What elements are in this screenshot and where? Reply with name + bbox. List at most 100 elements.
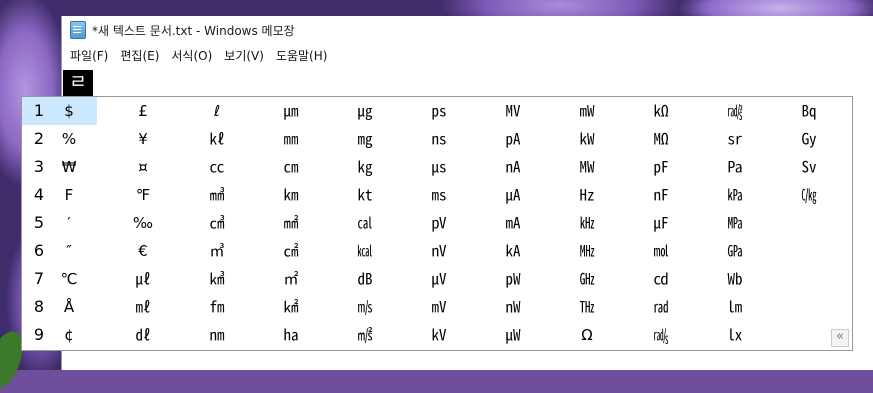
candidate-symbol[interactable]: ㎚ <box>180 321 254 349</box>
candidate-symbol[interactable]: ㎶ <box>402 265 476 293</box>
candidate-symbol[interactable]: ㎪ <box>698 181 772 209</box>
candidate-symbol[interactable]: ㎨ <box>328 321 402 349</box>
candidate-symbol[interactable]: ㏅ <box>624 265 698 293</box>
menu-file[interactable]: 파일(F) <box>64 45 114 67</box>
candidate-symbol[interactable]: ㎛ <box>254 97 328 125</box>
candidate-symbol[interactable]: ㎐ <box>550 181 624 209</box>
candidate-symbol[interactable]: ㎼ <box>476 321 550 349</box>
candidate-symbol[interactable]: ㎢ <box>254 293 328 321</box>
candidate-symbol[interactable]: ㎿ <box>550 153 624 181</box>
candidate-symbol[interactable]: ㎄ <box>476 237 550 265</box>
candidate-symbol[interactable]: ′ <box>32 209 106 237</box>
candidate-symbol[interactable]: ㏐ <box>698 293 772 321</box>
candidate-symbol[interactable]: ㎰ <box>402 97 476 125</box>
candidate-symbol[interactable]: ㏉ <box>772 125 846 153</box>
candidate-symbol[interactable]: ㎏ <box>328 153 402 181</box>
candidate-symbol[interactable]: ″ <box>32 237 106 265</box>
candidate-symbol[interactable]: ㎭ <box>624 293 698 321</box>
candidate-symbol[interactable]: ₩ <box>32 153 106 181</box>
menu-help[interactable]: 도움말(H) <box>270 45 334 67</box>
title-bar[interactable]: *새 텍스트 문서.txt - Windows 메모장 <box>62 16 873 44</box>
candidate-symbol[interactable]: ㏛ <box>698 125 772 153</box>
expand-candidates-button[interactable]: « <box>831 329 849 347</box>
candidate-symbol[interactable] <box>772 209 846 237</box>
candidate-symbol[interactable]: ㏈ <box>328 265 402 293</box>
candidate-symbol[interactable]: ㎂ <box>476 181 550 209</box>
candidate-symbol[interactable]: ㎷ <box>402 293 476 321</box>
candidate-symbol[interactable]: ㏄ <box>180 153 254 181</box>
candidate-symbol[interactable]: ㎍ <box>328 97 402 125</box>
candidate-symbol[interactable]: ㎳ <box>402 181 476 209</box>
candidate-symbol[interactable]: ㎵ <box>402 237 476 265</box>
candidate-symbol[interactable]: ㎦ <box>180 265 254 293</box>
candidate-symbol[interactable]: ㏜ <box>772 153 846 181</box>
candidate-symbol[interactable]: ㎻ <box>476 293 550 321</box>
candidate-symbol[interactable]: ¥ <box>106 125 180 153</box>
candidate-symbol[interactable]: ㎮ <box>624 321 698 349</box>
candidate-symbol[interactable]: ㎧ <box>328 293 402 321</box>
candidate-symbol[interactable]: ㏝ <box>698 265 772 293</box>
candidate-symbol[interactable]: ㎽ <box>550 97 624 125</box>
candidate-symbol[interactable]: ㎁ <box>476 153 550 181</box>
candidate-symbol[interactable] <box>772 293 846 321</box>
candidate-symbol[interactable]: ㎴ <box>402 209 476 237</box>
candidate-symbol[interactable]: ㎝ <box>254 153 328 181</box>
menu-view[interactable]: 보기(V) <box>218 45 270 67</box>
candidate-symbol[interactable]: ㎋ <box>624 181 698 209</box>
candidate-symbol[interactable]: ㎃ <box>476 209 550 237</box>
candidate-symbol[interactable]: Å <box>32 293 106 321</box>
candidate-symbol[interactable]: ㎙ <box>180 293 254 321</box>
candidate-symbol[interactable]: ㎬ <box>698 237 772 265</box>
candidate-symbol[interactable]: ㎹ <box>476 97 550 125</box>
candidate-symbol[interactable]: ㎒ <box>550 237 624 265</box>
candidate-symbol[interactable]: ㎺ <box>476 265 550 293</box>
candidate-symbol[interactable]: ㏁ <box>624 125 698 153</box>
candidate-symbol[interactable]: ㎌ <box>624 209 698 237</box>
candidate-symbol[interactable]: ㎗ <box>106 321 180 349</box>
candidate-symbol[interactable]: € <box>106 237 180 265</box>
candidate-symbol[interactable]: ㎕ <box>106 265 180 293</box>
candidate-symbol[interactable]: ㎡ <box>254 265 328 293</box>
candidate-symbol[interactable]: ㏆ <box>772 181 846 209</box>
candidate-symbol[interactable]: ㎉ <box>328 237 402 265</box>
candidate-symbol[interactable]: ㎾ <box>550 125 624 153</box>
candidate-symbol[interactable]: ㎫ <box>698 209 772 237</box>
candidate-symbol[interactable]: ㎥ <box>180 237 254 265</box>
candidate-symbol[interactable]: ㏏ <box>328 181 402 209</box>
candidate-symbol[interactable]: ㎱ <box>402 125 476 153</box>
candidate-symbol[interactable]: ㎯ <box>698 97 772 125</box>
candidate-symbol[interactable]: ㎣ <box>180 181 254 209</box>
candidate-symbol[interactable]: ㏃ <box>772 97 846 125</box>
candidate-symbol[interactable] <box>772 237 846 265</box>
candidate-symbol[interactable]: ㎠ <box>254 237 328 265</box>
candidate-symbol[interactable]: F <box>32 181 106 209</box>
menu-edit[interactable]: 편집(E) <box>114 45 165 67</box>
candidate-symbol[interactable]: ㎀ <box>476 125 550 153</box>
candidate-symbol[interactable]: ㎤ <box>180 209 254 237</box>
candidate-symbol[interactable]: ¤ <box>106 153 180 181</box>
candidate-symbol[interactable]: ℃ <box>32 265 106 293</box>
candidate-symbol[interactable]: ℓ <box>180 97 254 125</box>
candidate-symbol[interactable]: ㎔ <box>550 293 624 321</box>
candidate-symbol[interactable]: ℉ <box>106 181 180 209</box>
candidate-symbol[interactable]: ㎸ <box>402 321 476 349</box>
candidate-symbol[interactable]: ㎟ <box>254 209 328 237</box>
candidate-symbol[interactable]: £ <box>106 97 180 125</box>
candidate-symbol[interactable]: $ <box>32 97 106 125</box>
candidate-symbol[interactable]: ㏓ <box>698 321 772 349</box>
candidate-symbol[interactable]: ㏀ <box>624 97 698 125</box>
candidate-symbol[interactable]: ㎈ <box>328 209 402 237</box>
candidate-symbol[interactable]: ㎲ <box>402 153 476 181</box>
candidate-symbol[interactable]: ¢ <box>32 321 106 349</box>
candidate-symbol[interactable]: ㎖ <box>106 293 180 321</box>
candidate-symbol[interactable]: ㎎ <box>328 125 402 153</box>
candidate-symbol[interactable]: ㎑ <box>550 209 624 237</box>
candidate-symbol[interactable]: % <box>32 125 106 153</box>
candidate-symbol[interactable]: ㎜ <box>254 125 328 153</box>
candidate-symbol[interactable]: ㏊ <box>254 321 328 349</box>
candidate-symbol[interactable]: Ω <box>550 321 624 349</box>
candidate-symbol[interactable]: ㎩ <box>698 153 772 181</box>
candidate-symbol[interactable]: ㎞ <box>254 181 328 209</box>
candidate-symbol[interactable] <box>772 265 846 293</box>
candidate-symbol[interactable]: ㏖ <box>624 237 698 265</box>
